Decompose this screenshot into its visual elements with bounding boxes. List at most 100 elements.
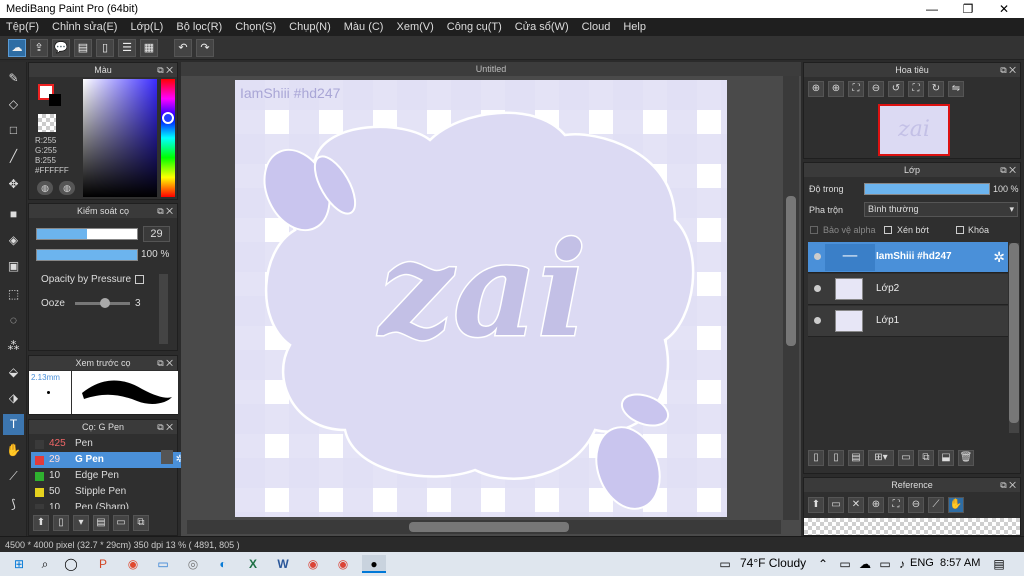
comment-icon[interactable]: 💬 xyxy=(52,38,70,57)
chrome-icon[interactable]: ◉ xyxy=(304,555,322,573)
brush-tool-icon[interactable]: ✎ xyxy=(3,68,24,89)
list-icon[interactable]: ☰ xyxy=(118,38,136,57)
page-icon[interactable]: ▯ xyxy=(96,38,114,57)
zoom-out-icon[interactable]: ⊖ xyxy=(868,81,884,97)
duplicate-layer-icon[interactable]: ⧉ xyxy=(918,450,934,466)
menu-filter[interactable]: Bộ lọc(R) xyxy=(176,21,222,33)
gradient-tool-icon[interactable]: ▣ xyxy=(3,256,24,277)
brush-item-stipple-pen[interactable]: 50 Stipple Pen xyxy=(31,484,187,500)
windows-start-icon[interactable]: ⊞ xyxy=(10,555,28,573)
volume-icon[interactable]: ♪ xyxy=(893,555,911,573)
brush-control-scrollbar[interactable] xyxy=(159,274,168,344)
trash-icon[interactable]: 🗑 xyxy=(958,450,974,466)
eyedropper-icon[interactable]: ⟋ xyxy=(928,497,944,513)
search-icon[interactable]: ⌕ xyxy=(36,555,54,573)
menu-view[interactable]: Xem(V) xyxy=(396,21,433,33)
chrome-alt-icon[interactable]: ◉ xyxy=(334,555,352,573)
eraser-tool-icon[interactable]: ◇ xyxy=(3,94,24,115)
line-tool-icon[interactable]: ╱ xyxy=(3,146,24,167)
hand-icon[interactable]: ✋ xyxy=(948,497,964,513)
zoom-in-icon[interactable]: ⊕ xyxy=(808,81,824,97)
gear-icon[interactable]: ✲ xyxy=(993,249,1005,266)
word-icon[interactable]: W xyxy=(274,555,292,573)
blend-mode-select[interactable]: Bình thường ▾ xyxy=(864,202,1018,217)
menu-capture[interactable]: Chụp(N) xyxy=(289,21,331,33)
eye-icon[interactable] xyxy=(814,317,821,324)
menu-edit[interactable]: Chỉnh sửa(E) xyxy=(52,21,117,33)
lasso-tool-icon[interactable]: ◌ xyxy=(3,310,24,331)
new-layer-alt-icon[interactable]: ▯ xyxy=(828,450,844,466)
restore-button[interactable]: ❐ xyxy=(950,0,986,18)
rotate-left-icon[interactable]: ↺ xyxy=(888,81,904,97)
protect-alpha-checkbox[interactable] xyxy=(810,226,818,234)
panel-close-icon[interactable]: ⧉ ✕ xyxy=(157,63,173,77)
menu-file[interactable]: Tệp(F) xyxy=(6,21,39,33)
palette-add-icon[interactable]: ◍ xyxy=(59,181,75,195)
layers-scroll-thumb[interactable] xyxy=(1009,243,1019,423)
layer-opacity-slider[interactable] xyxy=(864,183,990,195)
fit-icon[interactable]: ⛶ xyxy=(888,497,904,513)
add-layer-menu-icon[interactable]: ⊞▾ xyxy=(868,450,894,466)
excel-icon[interactable]: X xyxy=(244,555,262,573)
minimize-button[interactable]: — xyxy=(914,0,950,18)
folder-icon[interactable]: ▭ xyxy=(898,450,914,466)
zoom-in-alt-icon[interactable]: ⊕ xyxy=(828,81,844,97)
panel-close-icon[interactable]: ⧉ ✕ xyxy=(1000,478,1016,492)
undo-icon[interactable]: ↶ xyxy=(174,38,192,57)
monitor-icon[interactable]: ▭ xyxy=(154,555,172,573)
opacity-pressure-checkbox[interactable] xyxy=(135,275,144,284)
panel-close-icon[interactable]: ⧉ ✕ xyxy=(157,356,173,370)
edge-icon[interactable]: ◐ xyxy=(214,555,232,573)
task-view-icon[interactable]: ◯ xyxy=(62,555,80,573)
grid-icon[interactable]: ▦ xyxy=(140,38,158,57)
powerpoint-icon[interactable]: P xyxy=(94,555,112,573)
new-brush-icon[interactable]: ▯ xyxy=(53,515,69,531)
battery-icon[interactable]: ▭ xyxy=(876,555,894,573)
layer-row[interactable]: ━━━━ IamShiii #hd247 ✲ xyxy=(808,242,1008,273)
panel-close-icon[interactable]: ⧉ ✕ xyxy=(1000,63,1016,77)
panel-close-icon[interactable]: ⧉ ✕ xyxy=(1000,163,1016,177)
fill-rect-tool-icon[interactable]: ■ xyxy=(3,204,24,225)
network-icon[interactable]: ▭ xyxy=(836,555,854,573)
vertical-scrollbar[interactable] xyxy=(783,76,799,520)
copy-layer-icon[interactable]: ▤ xyxy=(848,450,864,466)
move-tool-icon[interactable]: ✥ xyxy=(3,174,24,195)
brush-copy-icon[interactable]: ▤ xyxy=(93,515,109,531)
rotate-right-icon[interactable]: ↻ xyxy=(928,81,944,97)
transparent-swatch[interactable] xyxy=(38,114,56,132)
eye-icon[interactable] xyxy=(814,285,821,292)
saturation-value-picker[interactable] xyxy=(83,79,157,197)
clipping-checkbox[interactable] xyxy=(884,226,892,234)
tray-up-icon[interactable]: ⌃ xyxy=(814,555,832,573)
menu-help[interactable]: Help xyxy=(623,21,646,33)
brush-item-pen-sharp[interactable]: 10 Pen (Sharp) xyxy=(31,500,187,509)
reference-canvas[interactable] xyxy=(804,518,1020,535)
layer-row[interactable]: Lớp2 xyxy=(808,274,1008,305)
brush-folder-icon[interactable]: ▭ xyxy=(113,515,129,531)
brush-size-value[interactable]: 29 xyxy=(143,226,170,242)
menu-window[interactable]: Cửa sổ(W) xyxy=(515,21,569,33)
menu-tools[interactable]: Công cụ(T) xyxy=(447,21,502,33)
flip-icon[interactable]: ⇋ xyxy=(948,81,964,97)
merge-layer-icon[interactable]: ⬓ xyxy=(938,450,954,466)
hue-slider-handle[interactable] xyxy=(162,112,174,124)
brush-size-slider[interactable] xyxy=(36,228,138,240)
brush-opacity-slider[interactable] xyxy=(36,249,138,261)
menu-color[interactable]: Màu (C) xyxy=(344,21,384,33)
select-eraser-icon[interactable]: ⬗ xyxy=(3,388,24,409)
ooze-slider-handle[interactable] xyxy=(100,298,110,308)
lock-checkbox[interactable] xyxy=(956,226,964,234)
magic-wand-icon[interactable]: ⁂ xyxy=(3,336,24,357)
artwork-canvas[interactable]: zai IamShiii #hd247 xyxy=(235,80,727,517)
language-indicator[interactable]: ENG xyxy=(910,557,934,569)
layer-row[interactable]: Lớp1 xyxy=(808,306,1008,337)
palette-icon[interactable]: ◍ xyxy=(37,181,53,195)
brush-menu-icon[interactable]: ▾ xyxy=(73,515,89,531)
brush-duplicate-icon[interactable]: ⧉ xyxy=(133,515,149,531)
fit-icon[interactable]: ⛶ xyxy=(848,81,864,97)
select-rect-icon[interactable]: ⬚ xyxy=(3,284,24,305)
cloud-tray-icon[interactable]: ☁ xyxy=(856,555,874,573)
weather-text[interactable]: 74°F Cloudy xyxy=(740,556,806,570)
hand-tool-icon[interactable]: ✋ xyxy=(3,440,24,461)
add-brush-icon[interactable]: ⬆ xyxy=(33,515,49,531)
